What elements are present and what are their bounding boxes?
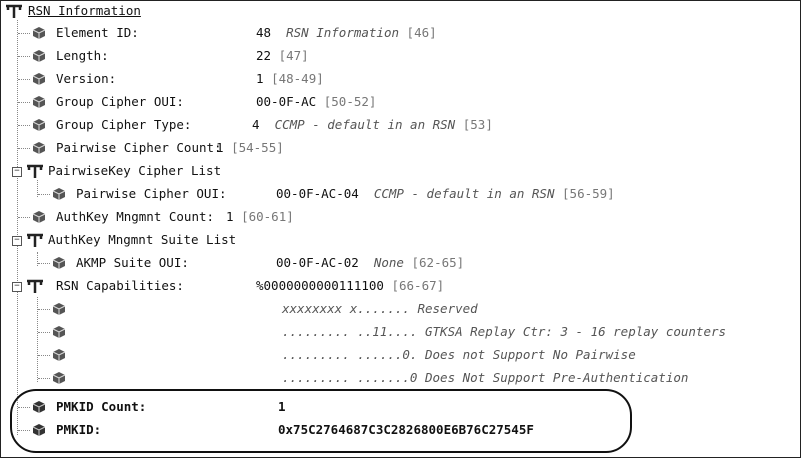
tree-row-capability-bit[interactable]: xxxxxxxx x....... Reserved <box>38 298 798 320</box>
cube-icon <box>52 325 66 339</box>
tree-branch-icon <box>26 163 44 179</box>
cube-icon <box>32 210 46 224</box>
bit-mask: ......... ..11.... <box>282 324 418 339</box>
cube-icon <box>52 187 66 201</box>
tree-node-label: AuthKey Mngmnt Suite List <box>48 232 237 247</box>
field-offset: [48-49] <box>271 71 324 86</box>
cube-icon <box>32 49 46 63</box>
cube-icon <box>32 72 46 86</box>
cube-icon <box>52 256 66 270</box>
tree-row-capability-bit[interactable]: ......... .......0 Does Not Support Pre-… <box>38 367 798 389</box>
field-label: AuthKey Mngmnt Count: <box>56 209 215 224</box>
tree-node-label: PairwiseKey Cipher List <box>48 163 222 178</box>
tree-node-label: RSN Capabilities: <box>56 278 184 293</box>
field-label: AKMP Suite OUI: <box>76 255 189 270</box>
tree-row-version[interactable]: Version: 1 [48-49] <box>18 68 798 90</box>
field-offset: [46] <box>406 25 437 40</box>
minus-box-icon[interactable]: − <box>12 236 22 246</box>
field-offset: [47] <box>278 48 309 63</box>
tree-branch-icon <box>26 278 44 294</box>
field-offset: [50-52] <box>323 94 377 109</box>
field-label: Group Cipher OUI: <box>56 94 184 109</box>
tree-row-capability-bit[interactable]: ......... ......0. Does not Support No P… <box>38 344 798 366</box>
pmkid-highlight-outline <box>10 389 632 453</box>
tree-row-pairwise-cipher-oui[interactable]: Pairwise Cipher OUI: 00-0F-AC-04 CCMP - … <box>38 183 798 205</box>
cube-icon <box>52 348 66 362</box>
bit-description: Does Not Support Pre-Authentication <box>425 370 689 385</box>
field-value: 4 <box>252 117 260 132</box>
bit-mask: xxxxxxxx x....... <box>282 301 410 316</box>
field-description: None <box>373 255 404 270</box>
decode-tree: RSN Information Element ID: 48 RSN Infor… <box>0 0 801 458</box>
field-offset: [53] <box>462 117 493 132</box>
field-label: Pairwise Cipher Count: <box>56 140 222 155</box>
field-offset: [56-59] <box>562 186 615 201</box>
bit-description: GTKSA Replay Ctr: 3 - 16 replay counters <box>425 324 727 339</box>
minus-box-icon[interactable]: − <box>12 167 22 177</box>
field-description: CCMP - default in an RSN <box>274 117 456 132</box>
field-label: Group Cipher Type: <box>56 117 192 132</box>
field-value: 48 <box>256 25 272 40</box>
bit-description: Does not Support No Pairwise <box>425 347 636 362</box>
field-offset: [54-55] <box>231 140 284 155</box>
field-offset: [62-65] <box>411 255 465 270</box>
field-offset: [66-67] <box>391 278 445 293</box>
field-value: %0000000000111100 <box>256 278 384 293</box>
field-label: Element ID: <box>56 25 139 40</box>
field-value: 1 <box>256 71 264 86</box>
tree-row-authkey-count[interactable]: AuthKey Mngmnt Count: 1 [60-61] <box>18 206 798 228</box>
field-label: Length: <box>56 48 109 63</box>
field-value: 1 <box>216 140 224 155</box>
cube-icon <box>52 302 66 316</box>
bit-mask: ......... .......0 <box>282 370 418 385</box>
tree-branch-icon <box>26 232 44 248</box>
cube-icon <box>32 141 46 155</box>
tree-row-element-id[interactable]: Element ID: 48 RSN Information [46] <box>18 22 798 44</box>
cube-icon <box>32 26 46 40</box>
tree-branch-icon <box>4 3 24 19</box>
cube-icon <box>32 118 46 132</box>
field-value: 00-0F-AC-04 <box>276 186 359 201</box>
tree-row-length[interactable]: Length: 22 [47] <box>18 45 798 67</box>
bit-mask: ......... ......0. <box>282 347 418 362</box>
tree-row-akmp-suite-oui[interactable]: AKMP Suite OUI: 00-0F-AC-02 None [62-65] <box>38 252 798 274</box>
cube-icon <box>32 95 46 109</box>
field-value: 00-0F-AC <box>256 94 317 109</box>
tree-node-pairwise-list[interactable]: − PairwiseKey Cipher List <box>4 160 794 182</box>
bit-description: Reserved <box>417 301 478 316</box>
field-description: RSN Information <box>286 25 400 40</box>
field-description: CCMP - default in an RSN <box>373 186 555 201</box>
field-label: Pairwise Cipher OUI: <box>76 186 227 201</box>
tree-node-label: RSN Information <box>28 3 141 18</box>
tree-node-rsn-capabilities[interactable]: − RSN Capabilities: %0000000000111100 [6… <box>4 275 794 297</box>
field-value: 00-0F-AC-02 <box>276 255 359 270</box>
tree-row-capability-bit[interactable]: ......... ..11.... GTKSA Replay Ctr: 3 -… <box>38 321 798 343</box>
tree-row-group-cipher-type[interactable]: Group Cipher Type: 4 CCMP - default in a… <box>18 114 798 136</box>
field-offset: [60-61] <box>241 209 294 224</box>
field-value: 1 <box>226 209 234 224</box>
tree-row-group-cipher-oui[interactable]: Group Cipher OUI: 00-0F-AC [50-52] <box>18 91 798 113</box>
tree-node-authkey-list[interactable]: − AuthKey Mngmnt Suite List <box>4 229 794 251</box>
field-value: 22 <box>256 48 272 63</box>
tree-row-pairwise-cipher-count[interactable]: Pairwise Cipher Count: 1 [54-55] <box>18 137 798 159</box>
cube-icon <box>52 371 66 385</box>
minus-box-icon[interactable]: − <box>12 282 22 292</box>
field-label: Version: <box>56 71 117 86</box>
